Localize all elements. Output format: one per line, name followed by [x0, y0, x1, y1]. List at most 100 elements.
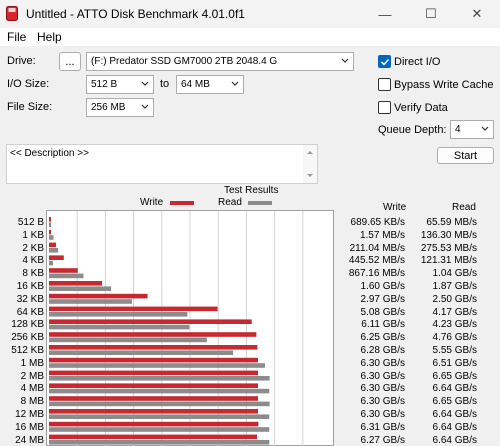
read-bar [49, 440, 270, 445]
read-bar [49, 414, 270, 419]
read-bar [49, 363, 265, 368]
close-button[interactable]: ✕ [454, 0, 500, 28]
write-value: 6.30 GB/s [360, 357, 405, 369]
menu-file[interactable]: File [7, 30, 26, 44]
read-bar [49, 401, 270, 407]
io-size-to-label: to [160, 78, 170, 90]
io-size-from-value: 512 B [91, 79, 118, 90]
write-value: 6.30 GB/s [360, 409, 405, 420]
start-button[interactable]: Start [437, 147, 494, 164]
direct-io-label: Direct I/O [394, 56, 441, 68]
read-bar [49, 286, 112, 291]
read-value: 5.55 GB/s [432, 345, 477, 356]
read-bar [49, 260, 54, 266]
browse-button[interactable]: ... [59, 52, 81, 71]
legend-read-swatch [248, 201, 272, 205]
legend-write-swatch [170, 201, 194, 205]
bypass-write-cache-checkbox[interactable] [378, 78, 391, 91]
title-bar: Untitled - ATTO Disk Benchmark 4.01.0f1 … [0, 0, 500, 28]
write-value: 6.27 GB/s [360, 434, 405, 446]
checkmark-icon [380, 58, 390, 66]
read-bar [49, 273, 84, 279]
write-bar [49, 357, 259, 363]
io-size-row-label: 256 KB [11, 332, 44, 344]
write-value: 2.97 GB/s [360, 293, 405, 305]
write-value: 6.30 GB/s [360, 370, 405, 382]
direct-io-checkbox[interactable] [378, 55, 391, 68]
menu-help[interactable]: Help [37, 30, 62, 44]
write-value: 867.16 MB/s [348, 268, 405, 280]
read-value: 6.64 GB/s [432, 383, 477, 395]
maximize-button[interactable]: ☐ [408, 0, 454, 28]
description-box[interactable]: << Description >> [6, 144, 318, 184]
io-size-row-label: 4 MB [20, 383, 44, 395]
verify-data-checkbox[interactable] [378, 101, 391, 114]
chevron-down-icon [141, 104, 149, 109]
read-value: 4.23 GB/s [432, 319, 477, 331]
read-value: 2.50 GB/s [432, 293, 477, 305]
write-value: 6.30 GB/s [360, 396, 405, 408]
file-size-select[interactable]: 256 MB [86, 98, 154, 117]
file-size-label: File Size: [7, 101, 53, 113]
write-value: 5.08 GB/s [360, 306, 405, 318]
read-bar [49, 427, 270, 432]
io-size-row-label: 2 KB [22, 242, 44, 254]
write-bar [49, 345, 258, 350]
legend-read-label: Read [218, 197, 242, 208]
main-panel: Drive: ... (F:) Predator SSD GM7000 2TB … [0, 46, 500, 446]
queue-depth-select[interactable]: 4 [450, 120, 494, 139]
chevron-down-icon [231, 81, 239, 86]
write-bar [49, 281, 103, 286]
write-bar [49, 319, 252, 324]
read-bar [49, 312, 188, 317]
write-bar [49, 434, 258, 440]
verify-data-label: Verify Data [394, 102, 448, 114]
write-bar [49, 293, 148, 299]
io-size-row-label: 8 MB [20, 396, 44, 408]
io-size-row-label: 2 MB [20, 370, 44, 382]
read-value: 6.64 GB/s [432, 434, 477, 446]
description-text: << Description >> [10, 148, 89, 159]
io-size-to-select[interactable]: 64 MB [176, 75, 244, 94]
drive-select[interactable]: (F:) Predator SSD GM7000 2TB 2048.4 G [86, 52, 354, 71]
menu-bar: File Help [0, 28, 500, 46]
read-bar [49, 324, 190, 330]
io-size-from-select[interactable]: 512 B [86, 75, 154, 94]
read-value: 1.04 GB/s [432, 268, 477, 280]
read-value: 136.30 MB/s [420, 229, 477, 241]
read-value: 1.87 GB/s [432, 281, 477, 292]
chart-canvas [49, 211, 304, 446]
read-bar [49, 337, 207, 343]
io-size-row-label: 1 MB [20, 357, 44, 369]
scroll-down-icon [307, 174, 313, 177]
write-bar [49, 255, 64, 260]
results-title: Test Results [224, 185, 279, 196]
write-value: 445.52 MB/s [348, 255, 405, 267]
io-size-row-label: 512 KB [11, 345, 44, 356]
read-value: 6.51 GB/s [432, 357, 477, 369]
io-size-row-label: 32 KB [16, 293, 44, 305]
read-bar [49, 376, 270, 381]
read-bar [49, 299, 132, 304]
write-value: 1.57 MB/s [359, 229, 405, 241]
write-value: 211.04 MB/s [349, 242, 405, 254]
app-icon [6, 6, 18, 21]
results-chart [46, 210, 334, 446]
read-value: 275.53 MB/s [420, 242, 477, 254]
io-size-row-label: 12 MB [15, 409, 44, 420]
read-value: 65.59 MB/s [426, 217, 477, 228]
io-size-row-label: 8 KB [22, 268, 44, 280]
io-size-to-value: 64 MB [181, 79, 210, 90]
write-value: 689.65 KB/s [350, 217, 405, 228]
io-size-row-label: 16 MB [15, 421, 44, 433]
write-value: 6.30 GB/s [360, 383, 405, 395]
chevron-down-icon [341, 58, 349, 63]
write-value: 6.31 GB/s [360, 421, 405, 433]
io-size-row-label: 1 KB [22, 229, 44, 241]
write-bar [49, 242, 57, 248]
minimize-button[interactable]: — [362, 0, 408, 28]
bypass-write-cache-label: Bypass Write Cache [394, 79, 494, 91]
read-value: 4.76 GB/s [432, 332, 477, 344]
io-size-row-label: 64 KB [16, 306, 44, 318]
description-scrollbar[interactable] [303, 145, 317, 183]
